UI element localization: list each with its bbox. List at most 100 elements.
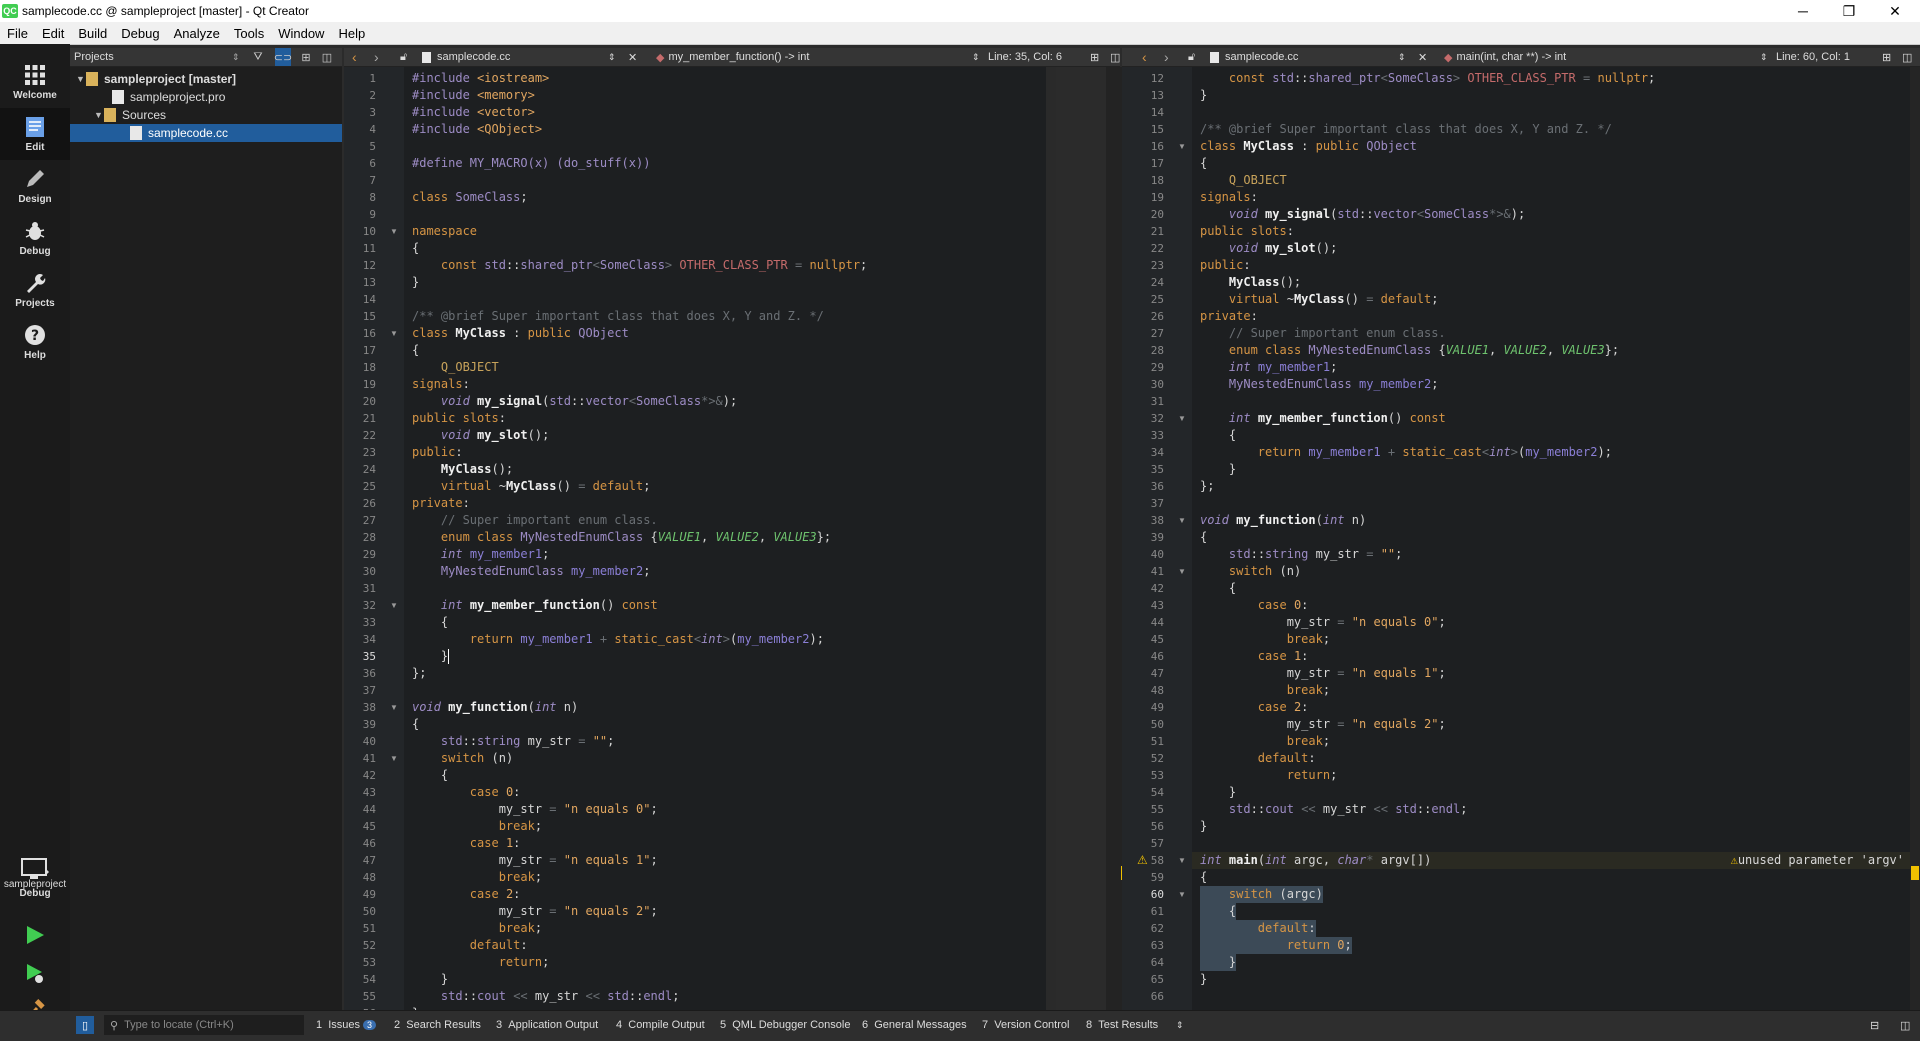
toggle-output-icon[interactable]: ◫ — [1900, 1010, 1910, 1040]
line-number[interactable]: 47 — [344, 852, 376, 869]
line-number[interactable]: 61 — [1122, 903, 1164, 920]
close-split-icon[interactable]: ◫ — [1902, 48, 1912, 66]
line-number[interactable]: 20 — [1122, 206, 1164, 223]
line-number[interactable]: 47 — [1122, 665, 1164, 682]
line-number[interactable]: 33 — [344, 614, 376, 631]
menu-analyze[interactable]: Analyze — [167, 26, 227, 41]
line-number[interactable]: 2 — [344, 87, 376, 104]
output-tab-version-control[interactable]: 7 Version Control — [982, 1010, 1069, 1040]
toggle-sidebar-icon[interactable]: ▯ — [76, 1016, 94, 1034]
line-number[interactable]: 28 — [344, 529, 376, 546]
line-number[interactable]: 37 — [344, 682, 376, 699]
line-number[interactable]: 24 — [344, 461, 376, 478]
line-number[interactable]: 44 — [1122, 614, 1164, 631]
line-number[interactable]: 11 — [344, 240, 376, 257]
line-number[interactable]: 39 — [344, 716, 376, 733]
updown-icon[interactable]: ⇕ — [1398, 48, 1406, 66]
fold-arrow-icon[interactable]: ▼ — [1178, 138, 1186, 155]
line-number[interactable]: 24 — [1122, 274, 1164, 291]
line-number[interactable]: 5 — [344, 138, 376, 155]
line-number[interactable]: 59 — [1122, 869, 1164, 886]
updown-icon[interactable]: ⇕ — [608, 48, 616, 66]
line-number[interactable]: 51 — [344, 920, 376, 937]
line-number[interactable]: 23 — [1122, 257, 1164, 274]
line-number[interactable]: 6 — [344, 155, 376, 172]
debug-run-button[interactable] — [22, 960, 48, 986]
expand-arrow-icon[interactable]: ▼ — [76, 74, 86, 84]
line-number[interactable]: 16 — [1122, 138, 1164, 155]
expand-arrow-icon[interactable]: ▼ — [94, 110, 104, 120]
line-number[interactable]: 38 — [1122, 512, 1164, 529]
line-number[interactable]: 41 — [1122, 563, 1164, 580]
line-number[interactable]: 54 — [1122, 784, 1164, 801]
updown-icon[interactable]: ⇕ — [1760, 48, 1768, 66]
menu-file[interactable]: File — [0, 26, 35, 41]
line-number[interactable]: 22 — [344, 427, 376, 444]
split-icon[interactable]: ⊞ — [1882, 48, 1891, 66]
line-number[interactable]: 22 — [1122, 240, 1164, 257]
tree-node-samplecode[interactable]: samplecode.cc — [70, 124, 342, 142]
forward-arrow-icon[interactable]: › — [1164, 48, 1169, 66]
line-number[interactable]: 25 — [344, 478, 376, 495]
line-number[interactable]: 64 — [1122, 954, 1164, 971]
left-cursor-position[interactable]: Line: 35, Col: 6 — [988, 48, 1062, 66]
line-number[interactable]: 52 — [1122, 750, 1164, 767]
line-number[interactable]: 18 — [1122, 172, 1164, 189]
mode-welcome[interactable]: Welcome — [0, 56, 70, 108]
line-number[interactable]: 4 — [344, 121, 376, 138]
left-editor-scrollbar[interactable] — [1046, 67, 1056, 1010]
line-number[interactable]: 32 — [1122, 410, 1164, 427]
updown-icon[interactable]: ⇕ — [1176, 1010, 1184, 1040]
line-number[interactable]: 17 — [1122, 155, 1164, 172]
line-number[interactable]: 36 — [1122, 478, 1164, 495]
line-number[interactable]: 12 — [1122, 70, 1164, 87]
line-number[interactable]: 56 — [1122, 818, 1164, 835]
line-number[interactable]: 19 — [1122, 189, 1164, 206]
forward-arrow-icon[interactable]: › — [374, 48, 379, 66]
line-number[interactable]: 32 — [344, 597, 376, 614]
filter-icon[interactable]: ⛛ — [250, 48, 266, 66]
menu-edit[interactable]: Edit — [35, 26, 71, 41]
line-number[interactable]: 12 — [344, 257, 376, 274]
line-number[interactable]: 28 — [1122, 342, 1164, 359]
line-number[interactable]: 51 — [1122, 733, 1164, 750]
tree-node-pro-file[interactable]: sampleproject.pro — [112, 88, 342, 106]
fold-arrow-icon[interactable]: ▼ — [390, 325, 398, 342]
output-tab-test-results[interactable]: 8 Test Results — [1086, 1010, 1158, 1040]
line-number[interactable]: 29 — [1122, 359, 1164, 376]
line-number[interactable]: 43 — [344, 784, 376, 801]
line-number[interactable]: 50 — [1122, 716, 1164, 733]
line-number[interactable]: 18 — [344, 359, 376, 376]
fold-arrow-icon[interactable]: ▼ — [390, 699, 398, 716]
line-number[interactable]: 41 — [344, 750, 376, 767]
line-number[interactable]: 53 — [1122, 767, 1164, 784]
fold-arrow-icon[interactable]: ▼ — [1178, 852, 1186, 869]
line-number[interactable]: 40 — [1122, 546, 1164, 563]
line-number[interactable]: 63 — [1122, 937, 1164, 954]
back-arrow-icon[interactable]: ‹ — [352, 48, 357, 66]
line-number[interactable]: 17 — [344, 342, 376, 359]
mode-edit[interactable]: Edit — [0, 108, 70, 160]
line-number[interactable]: 37 — [1122, 495, 1164, 512]
line-number[interactable]: 36 — [344, 665, 376, 682]
line-number[interactable]: 13 — [344, 274, 376, 291]
line-number[interactable]: 55 — [344, 988, 376, 1005]
line-number[interactable]: 65 — [1122, 971, 1164, 988]
line-number[interactable]: 34 — [1122, 444, 1164, 461]
line-number[interactable]: 27 — [1122, 325, 1164, 342]
line-number[interactable]: 45 — [1122, 631, 1164, 648]
close-document-icon[interactable]: ✕ — [1418, 48, 1427, 66]
menu-tools[interactable]: Tools — [227, 26, 271, 41]
run-button[interactable] — [22, 922, 48, 948]
line-number[interactable]: 14 — [344, 291, 376, 308]
line-number[interactable]: 52 — [344, 937, 376, 954]
line-number[interactable]: 50 — [344, 903, 376, 920]
tree-node-project[interactable]: ▼ sampleproject [master] — [76, 70, 342, 88]
line-number[interactable]: 43 — [1122, 597, 1164, 614]
line-number[interactable]: 39 — [1122, 529, 1164, 546]
right-symbol-select[interactable]: ◆ main(int, char **) -> int — [1444, 48, 1566, 66]
line-number[interactable]: 1 — [344, 70, 376, 87]
line-number[interactable]: 40 — [344, 733, 376, 750]
line-number[interactable]: 62 — [1122, 920, 1164, 937]
mode-help[interactable]: ? Help — [0, 316, 70, 368]
